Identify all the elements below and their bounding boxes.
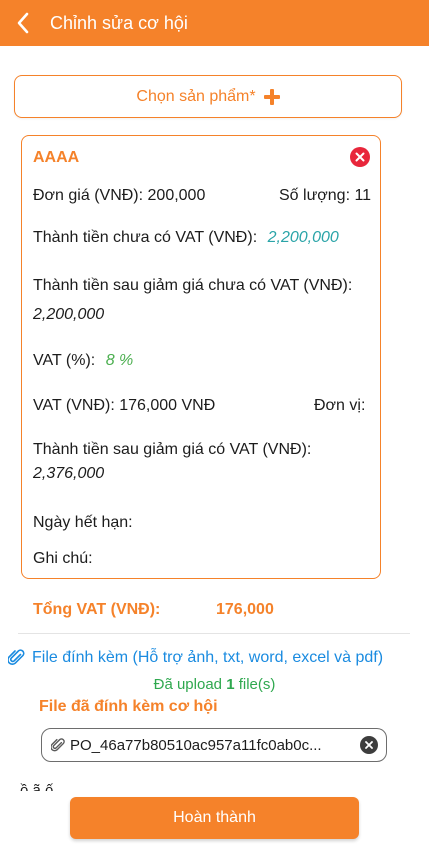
upload-count: 1 (226, 676, 235, 693)
divider (18, 633, 410, 634)
partially-hidden-text: ồ ã ố (20, 782, 54, 791)
product-card: AAAA Đơn giá (VNĐ): 200,000 Số lượng: 11… (21, 135, 381, 579)
quantity: Số lượng: 11 (279, 187, 372, 204)
attached-files-title: File đã đính kèm cơ hội (39, 698, 218, 715)
top-app-bar: Chỉnh sửa cơ hội (0, 0, 429, 46)
total-with-vat-value: 2,376,000 (33, 465, 105, 482)
remove-file-button[interactable] (360, 736, 378, 754)
attached-file-chip[interactable]: PO_46a77b80510ac957a11fc0ab0c... (41, 728, 387, 762)
done-button[interactable]: Hoàn thành (70, 797, 359, 839)
total-vat-value: 176,000 (216, 601, 274, 618)
paperclip-icon (8, 649, 25, 666)
vat-percent-row: VAT (%): 8 % (33, 352, 133, 370)
total-with-vat-label: Thành tiền sau giảm giá có VAT (VNĐ): (33, 441, 312, 458)
total-vat-label: Tổng VAT (VNĐ): (33, 601, 161, 618)
close-icon (355, 152, 365, 162)
vat-percent-value: 8 % (105, 352, 134, 369)
select-product-label: Chọn sản phẩm* (136, 87, 256, 105)
upload-status: Đã upload 1 file(s) (0, 676, 429, 693)
close-icon (365, 741, 373, 749)
attach-file-link[interactable]: File đính kèm (Hỗ trợ ảnh, txt, word, ex… (8, 649, 383, 667)
back-button[interactable] (0, 0, 46, 46)
select-product-button[interactable]: Chọn sản phẩm* (14, 75, 402, 118)
subtotal-value: 2,200,000 (267, 229, 339, 246)
upload-status-prefix: Đã upload (153, 676, 223, 693)
chevron-left-icon (17, 12, 29, 34)
subtotal-label: Thành tiền chưa có VAT (VNĐ): (33, 229, 258, 246)
product-name: AAAA (33, 149, 80, 166)
plus-icon (263, 88, 280, 105)
discounted-value: 2,200,000 (33, 306, 105, 323)
vat-percent-label: VAT (%): (33, 352, 96, 369)
note-label: Ghi chú: (33, 550, 93, 567)
unit-price: Đơn giá (VNĐ): 200,000 (33, 187, 206, 204)
upload-status-suffix: file(s) (238, 676, 276, 693)
attach-file-label: File đính kèm (Hỗ trợ ảnh, txt, word, ex… (32, 649, 384, 666)
vat-amount: VAT (VNĐ): 176,000 VNĐ (33, 397, 216, 414)
page-title: Chỉnh sửa cơ hội (50, 12, 188, 33)
expiry-date-label: Ngày hết hạn: (33, 514, 133, 531)
discounted-label: Thành tiền sau giảm giá chưa có VAT (VNĐ… (33, 277, 353, 294)
attached-file-name: PO_46a77b80510ac957a11fc0ab0c... (70, 736, 322, 754)
remove-product-button[interactable] (350, 147, 370, 167)
paperclip-icon (51, 737, 65, 751)
subtotal-row: Thành tiền chưa có VAT (VNĐ): 2,200,000 (33, 229, 339, 247)
unit-label: Đơn vị: (314, 397, 366, 414)
